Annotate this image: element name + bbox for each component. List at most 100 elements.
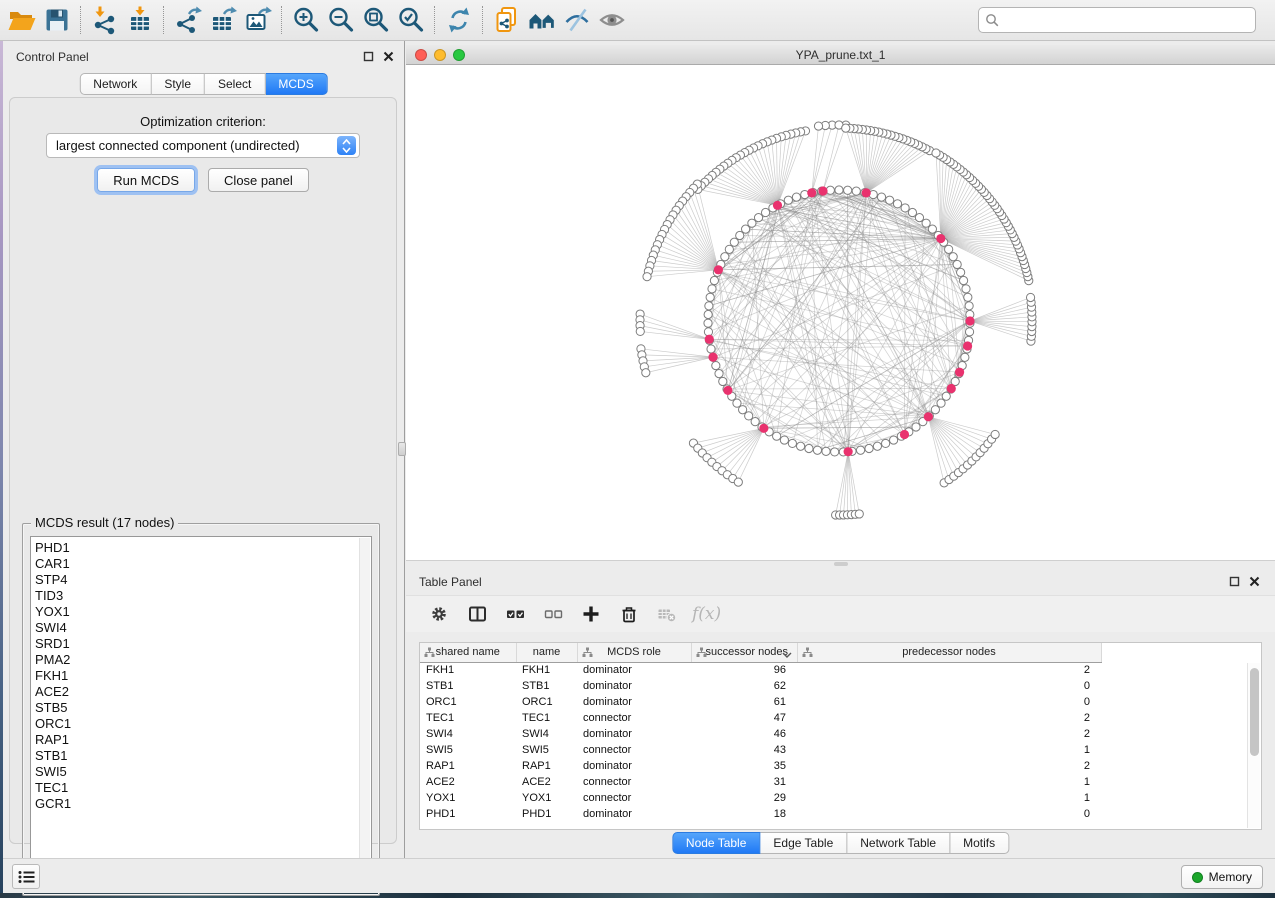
delete-table-button[interactable] [654, 601, 680, 627]
memory-button[interactable]: Memory [1181, 865, 1263, 889]
list-item[interactable]: GCR1 [35, 796, 355, 812]
table-cell[interactable]: SWI4 [420, 726, 516, 742]
table-row[interactable]: STB1STB1dominator620 [420, 678, 1117, 694]
hide-selected-button[interactable] [559, 3, 594, 37]
mcds-result-listbox[interactable]: PHD1CAR1STP4TID3YOX1SWI4SRD1PMA2FKH1ACE2… [30, 536, 372, 888]
table-scrollbar[interactable] [1247, 663, 1260, 828]
table-cell[interactable]: ORC1 [420, 694, 516, 710]
table-cell[interactable]: STB1 [420, 678, 516, 694]
mcds-result-scrollbar[interactable] [359, 538, 370, 886]
table-cell[interactable]: dominator [577, 662, 691, 678]
table-cell[interactable]: FKH1 [420, 662, 516, 678]
table-cell[interactable]: STB1 [516, 678, 577, 694]
list-item[interactable]: RAP1 [35, 732, 355, 748]
table-cell[interactable]: 29 [691, 790, 797, 806]
float-panel-button[interactable] [362, 50, 375, 63]
tab-mcds[interactable]: MCDS [265, 73, 327, 95]
list-item[interactable]: SWI5 [35, 764, 355, 780]
table-cell[interactable]: ORC1 [516, 694, 577, 710]
table-row[interactable]: PHD1PHD1dominator180 [420, 806, 1117, 822]
list-item[interactable]: SRD1 [35, 636, 355, 652]
select-all-columns-button[interactable] [502, 601, 528, 627]
list-item[interactable]: CAR1 [35, 556, 355, 572]
table-scrollbar-thumb[interactable] [1250, 668, 1259, 756]
table-cell[interactable]: dominator [577, 806, 691, 822]
table-cell[interactable]: YOX1 [420, 790, 516, 806]
table-row[interactable]: YOX1YOX1connector291 [420, 790, 1117, 806]
table-cell[interactable]: RAP1 [420, 758, 516, 774]
table-cell[interactable]: 62 [691, 678, 797, 694]
table-cell[interactable]: RAP1 [516, 758, 577, 774]
table-cell[interactable]: 2 [797, 662, 1101, 678]
table-cell[interactable]: 0 [797, 678, 1101, 694]
search-field[interactable] [978, 7, 1256, 33]
float-table-panel-button[interactable] [1228, 575, 1241, 588]
tab-network-table[interactable]: Network Table [847, 832, 950, 854]
refresh-button[interactable] [441, 3, 476, 37]
network-canvas[interactable] [406, 65, 1275, 560]
column-layout-button[interactable] [464, 601, 490, 627]
table-cell[interactable]: 31 [691, 774, 797, 790]
import-table-button[interactable] [122, 3, 157, 37]
zoom-fit-button[interactable] [358, 3, 393, 37]
zoom-out-button[interactable] [323, 3, 358, 37]
list-item[interactable]: FKH1 [35, 668, 355, 684]
close-panel-action-button[interactable]: Close panel [208, 168, 309, 192]
tab-motifs[interactable]: Motifs [950, 832, 1009, 854]
table-row[interactable]: TEC1TEC1connector472 [420, 710, 1117, 726]
list-item[interactable]: TID3 [35, 588, 355, 604]
network-window-titlebar[interactable]: YPA_prune.txt_1 [406, 45, 1275, 65]
list-item[interactable]: SWI4 [35, 620, 355, 636]
zoom-selected-button[interactable] [393, 3, 428, 37]
table-row[interactable]: SWI5SWI5connector431 [420, 742, 1117, 758]
table-row[interactable]: FKH1FKH1dominator962 [420, 662, 1117, 678]
list-item[interactable]: STP4 [35, 572, 355, 588]
table-cell[interactable]: 2 [797, 710, 1101, 726]
add-column-button[interactable] [578, 601, 604, 627]
delete-column-button[interactable] [616, 601, 642, 627]
table-cell[interactable]: YOX1 [516, 790, 577, 806]
run-mcds-button[interactable]: Run MCDS [97, 168, 195, 192]
column-header-mcds-role[interactable]: MCDS role [577, 643, 691, 662]
table-cell[interactable]: 1 [797, 774, 1101, 790]
close-panel-button[interactable] [382, 50, 395, 63]
table-cell[interactable]: dominator [577, 694, 691, 710]
table-cell[interactable]: SWI5 [516, 742, 577, 758]
tab-style[interactable]: Style [151, 73, 205, 95]
list-item[interactable]: ACE2 [35, 684, 355, 700]
table-cell[interactable]: 46 [691, 726, 797, 742]
list-item[interactable]: PHD1 [35, 540, 355, 556]
table-cell[interactable]: SWI4 [516, 726, 577, 742]
panel-list-toggle-button[interactable] [12, 864, 40, 889]
table-row[interactable]: ACE2ACE2connector311 [420, 774, 1117, 790]
open-session-button[interactable] [4, 3, 39, 37]
table-cell[interactable]: dominator [577, 726, 691, 742]
table-cell[interactable]: 2 [797, 726, 1101, 742]
table-cell[interactable]: TEC1 [420, 710, 516, 726]
table-cell[interactable]: ACE2 [516, 774, 577, 790]
tab-node-table[interactable]: Node Table [672, 832, 761, 854]
table-cell[interactable]: connector [577, 774, 691, 790]
table-cell[interactable]: 18 [691, 806, 797, 822]
table-cell[interactable]: FKH1 [516, 662, 577, 678]
table-cell[interactable]: dominator [577, 678, 691, 694]
table-cell[interactable]: connector [577, 742, 691, 758]
table-cell[interactable]: ACE2 [420, 774, 516, 790]
list-item[interactable]: STB5 [35, 700, 355, 716]
share-network-file-button[interactable] [489, 3, 524, 37]
list-item[interactable]: ORC1 [35, 716, 355, 732]
table-cell[interactable]: 43 [691, 742, 797, 758]
function-builder-button[interactable]: f(x) [692, 601, 721, 627]
table-row[interactable]: ORC1ORC1dominator610 [420, 694, 1117, 710]
table-row[interactable]: RAP1RAP1dominator352 [420, 758, 1117, 774]
list-item[interactable]: TEC1 [35, 780, 355, 796]
tab-edge-table[interactable]: Edge Table [760, 832, 847, 854]
column-header-predecessor-nodes[interactable]: predecessor nodes [797, 643, 1101, 662]
export-table-button[interactable] [205, 3, 240, 37]
save-session-button[interactable] [39, 3, 74, 37]
vertical-splitter-grip[interactable] [398, 442, 406, 456]
export-network-button[interactable] [170, 3, 205, 37]
table-cell[interactable]: 96 [691, 662, 797, 678]
table-cell[interactable]: 47 [691, 710, 797, 726]
table-cell[interactable]: SWI5 [420, 742, 516, 758]
